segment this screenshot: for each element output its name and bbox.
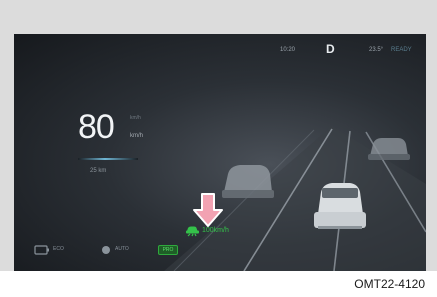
- battery-indicator: ECO: [34, 242, 74, 258]
- speed-unit: km/h: [130, 133, 144, 139]
- status-bar: 10:20 D 23.5° READY: [14, 34, 426, 70]
- gear-indicator: D: [326, 42, 335, 56]
- speed-value: 80: [78, 108, 115, 146]
- drive-mode-label: AUTO: [115, 246, 129, 252]
- drive-mode-icon: [102, 246, 110, 254]
- vehicle-ego: [314, 183, 366, 229]
- bottom-status-bar: ECO AUTO PRO: [34, 242, 234, 262]
- speedometer: 80 km/h km/h 25 km: [78, 108, 158, 178]
- pointer-arrow-icon: [193, 193, 223, 227]
- instrument-cluster-display: 10:20 D 23.5° READY 80 km/h km/h 25 km 1…: [14, 34, 426, 271]
- speed-unit-secondary: km/h: [130, 115, 141, 121]
- battery-icon: [34, 245, 49, 255]
- ready-indicator: READY: [391, 47, 412, 53]
- battery-label: ECO: [53, 246, 64, 252]
- figure-frame: 10:20 D 23.5° READY 80 km/h km/h 25 km 1…: [0, 0, 437, 271]
- speed-bar: [78, 158, 138, 160]
- trip-readout: 25 km: [90, 168, 107, 174]
- vehicle-far-right: [368, 138, 410, 160]
- status-badge: PRO: [158, 245, 178, 255]
- clock-readout: 10:20: [280, 47, 296, 53]
- vehicle-left: [222, 165, 274, 198]
- drive-mode-indicator: AUTO: [100, 242, 150, 258]
- temperature-readout: 23.5°: [369, 47, 384, 53]
- figure-code: OMT22-4120: [354, 277, 425, 291]
